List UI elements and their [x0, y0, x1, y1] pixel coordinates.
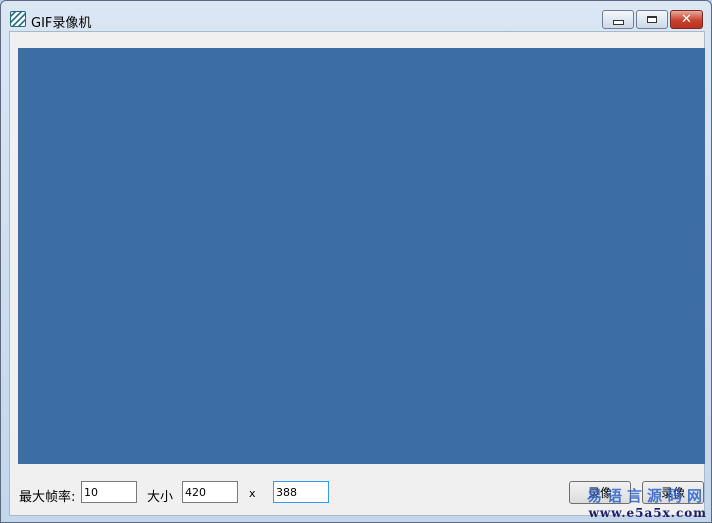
- maximize-button[interactable]: [636, 10, 668, 29]
- max-fps-label: 最大帧率:: [19, 490, 76, 505]
- size-label: 大小: [147, 490, 174, 505]
- size-separator: x: [249, 487, 256, 500]
- maximize-icon: [647, 16, 657, 23]
- minimize-icon: [612, 19, 624, 25]
- close-icon: ✕: [681, 12, 692, 27]
- window-title: GIF录像机: [31, 16, 92, 31]
- record-button-1[interactable]: 录像: [569, 481, 631, 504]
- app-window: GIF录像机 ✕ 最大帧率: 大小 x 录像 录像 易语言源码网 www.e5a…: [0, 0, 712, 523]
- width-input[interactable]: [182, 481, 238, 503]
- minimize-button[interactable]: [602, 10, 634, 29]
- title-bar[interactable]: GIF录像机 ✕: [1, 1, 711, 31]
- client-area: 最大帧率: 大小 x 录像 录像: [9, 31, 705, 516]
- recording-preview-area[interactable]: [18, 48, 705, 464]
- record-button-2[interactable]: 录像: [642, 481, 704, 504]
- close-button[interactable]: ✕: [670, 10, 703, 29]
- gif-recorder-app-icon[interactable]: [10, 11, 26, 27]
- height-input[interactable]: [273, 481, 329, 503]
- max-fps-input[interactable]: [81, 481, 137, 503]
